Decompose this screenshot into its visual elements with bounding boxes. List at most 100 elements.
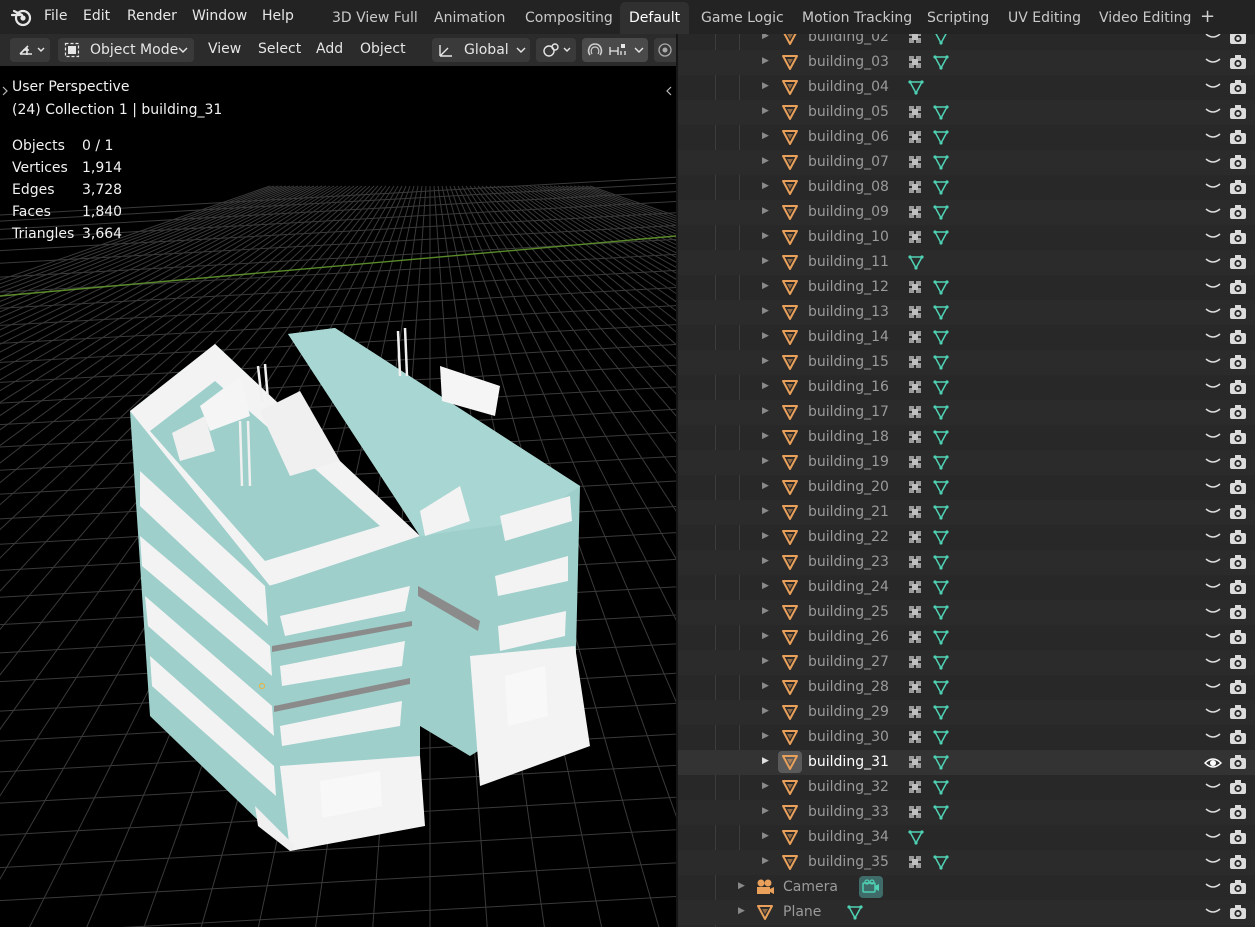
menu-add[interactable]: Add bbox=[316, 41, 343, 57]
camera-render-icon[interactable] bbox=[1229, 679, 1247, 695]
camera-render-icon[interactable] bbox=[1229, 904, 1247, 920]
outliner-row[interactable]: ▶ building_22 bbox=[678, 525, 1255, 550]
mode-selector[interactable]: Object Mode bbox=[58, 38, 194, 62]
expand-arrow-icon[interactable]: ▶ bbox=[738, 906, 745, 916]
camera-render-icon[interactable] bbox=[1229, 34, 1247, 45]
camera-render-icon[interactable] bbox=[1229, 329, 1247, 345]
expand-arrow-icon[interactable]: ▶ bbox=[762, 681, 769, 691]
blender-logo-icon[interactable] bbox=[10, 6, 34, 28]
eye-closed-icon[interactable] bbox=[1204, 503, 1222, 519]
eye-closed-icon[interactable] bbox=[1204, 578, 1222, 594]
mesh-data-icon[interactable] bbox=[908, 829, 924, 845]
modifier-grid-icon[interactable] bbox=[908, 730, 922, 744]
modifier-grid-icon[interactable] bbox=[908, 405, 922, 419]
menu-edit[interactable]: Edit bbox=[83, 8, 110, 24]
outliner-row[interactable]: ▶ building_14 bbox=[678, 325, 1255, 350]
pivot-point-button[interactable] bbox=[536, 38, 576, 62]
camera-render-icon[interactable] bbox=[1229, 129, 1247, 145]
expand-arrow-icon[interactable]: ▶ bbox=[762, 81, 769, 91]
modifier-grid-icon[interactable] bbox=[908, 355, 922, 369]
modifier-grid-icon[interactable] bbox=[908, 280, 922, 294]
modifier-grid-icon[interactable] bbox=[908, 580, 922, 594]
eye-closed-icon[interactable] bbox=[1204, 528, 1222, 544]
eye-closed-icon[interactable] bbox=[1204, 853, 1222, 869]
expand-arrow-icon[interactable]: ▶ bbox=[762, 756, 769, 766]
mesh-data-icon[interactable] bbox=[933, 379, 949, 395]
menu-render[interactable]: Render bbox=[127, 8, 177, 24]
mesh-data-icon[interactable] bbox=[908, 79, 924, 95]
camera-render-icon[interactable] bbox=[1229, 854, 1247, 870]
outliner-row[interactable]: ▶ building_05 bbox=[678, 100, 1255, 125]
modifier-grid-icon[interactable] bbox=[908, 755, 922, 769]
expand-arrow-icon[interactable]: ▶ bbox=[762, 206, 769, 216]
mesh-data-icon[interactable] bbox=[933, 854, 949, 870]
outliner-row[interactable]: ▶ building_35 bbox=[678, 850, 1255, 875]
expand-arrow-icon[interactable]: ▶ bbox=[762, 706, 769, 716]
camera-render-icon[interactable] bbox=[1229, 504, 1247, 520]
mesh-data-icon[interactable] bbox=[933, 454, 949, 470]
camera-render-icon[interactable] bbox=[1229, 879, 1247, 895]
mesh-data-icon[interactable] bbox=[933, 479, 949, 495]
eye-closed-icon[interactable] bbox=[1204, 228, 1222, 244]
expand-arrow-icon[interactable]: ▶ bbox=[762, 381, 769, 391]
proportional-editing-button[interactable] bbox=[654, 38, 676, 62]
mesh-data-icon[interactable] bbox=[933, 529, 949, 545]
expand-arrow-icon[interactable]: ▶ bbox=[762, 456, 769, 466]
camera-render-icon[interactable] bbox=[1229, 54, 1247, 70]
modifier-grid-icon[interactable] bbox=[908, 855, 922, 869]
camera-render-icon[interactable] bbox=[1229, 479, 1247, 495]
menu-file[interactable]: File bbox=[44, 8, 67, 24]
camera-render-icon[interactable] bbox=[1229, 804, 1247, 820]
camera-render-icon[interactable] bbox=[1229, 304, 1247, 320]
expand-arrow-icon[interactable]: ▶ bbox=[762, 431, 769, 441]
expand-arrow-icon[interactable]: ▶ bbox=[762, 556, 769, 566]
mesh-data-icon[interactable] bbox=[933, 779, 949, 795]
expand-arrow-icon[interactable]: ▶ bbox=[762, 731, 769, 741]
camera-render-icon[interactable] bbox=[1229, 404, 1247, 420]
3d-viewport[interactable]: Object Mode View Select Add Object Globa… bbox=[0, 34, 676, 927]
expand-arrow-icon[interactable]: ▶ bbox=[762, 581, 769, 591]
add-workspace-button[interactable]: + bbox=[1200, 8, 1215, 26]
modifier-grid-icon[interactable] bbox=[908, 705, 922, 719]
outliner-row[interactable]: ▶ building_32 bbox=[678, 775, 1255, 800]
eye-closed-icon[interactable] bbox=[1204, 328, 1222, 344]
outliner-row[interactable]: ▶ building_13 bbox=[678, 300, 1255, 325]
mesh-data-icon[interactable] bbox=[933, 804, 949, 820]
mesh-data-icon[interactable] bbox=[933, 279, 949, 295]
camera-render-icon[interactable] bbox=[1229, 654, 1247, 670]
modifier-grid-icon[interactable] bbox=[908, 505, 922, 519]
modifier-grid-icon[interactable] bbox=[908, 805, 922, 819]
eye-closed-icon[interactable] bbox=[1204, 278, 1222, 294]
modifier-grid-icon[interactable] bbox=[908, 305, 922, 319]
eye-closed-icon[interactable] bbox=[1204, 428, 1222, 444]
outliner-row[interactable]: ▶ building_24 bbox=[678, 575, 1255, 600]
eye-closed-icon[interactable] bbox=[1204, 303, 1222, 319]
modifier-grid-icon[interactable] bbox=[908, 205, 922, 219]
modifier-grid-icon[interactable] bbox=[908, 655, 922, 669]
expand-arrow-icon[interactable]: ▶ bbox=[762, 656, 769, 666]
outliner-row[interactable]: ▶ building_21 bbox=[678, 500, 1255, 525]
sidebar-collapse-right-icon[interactable] bbox=[664, 84, 674, 98]
tab-uv-editing[interactable]: UV Editing bbox=[999, 2, 1090, 34]
tab-video-editing[interactable]: Video Editing bbox=[1090, 2, 1200, 34]
mesh-data-icon[interactable] bbox=[933, 104, 949, 120]
mesh-data-icon[interactable] bbox=[933, 129, 949, 145]
eye-closed-icon[interactable] bbox=[1204, 878, 1222, 894]
eye-closed-icon[interactable] bbox=[1204, 628, 1222, 644]
outliner-row[interactable]: ▶ building_11 bbox=[678, 250, 1255, 275]
outliner-row[interactable]: ▶ building_29 bbox=[678, 700, 1255, 725]
camera-data-button[interactable] bbox=[859, 876, 883, 898]
transform-orientation-selector[interactable]: Global bbox=[432, 38, 530, 62]
outliner-row[interactable]: ▶ building_34 bbox=[678, 825, 1255, 850]
mesh-data-icon[interactable] bbox=[933, 34, 949, 45]
mesh-data-icon[interactable] bbox=[933, 654, 949, 670]
camera-render-icon[interactable] bbox=[1229, 79, 1247, 95]
expand-arrow-icon[interactable]: ▶ bbox=[762, 606, 769, 616]
mesh-data-icon[interactable] bbox=[933, 604, 949, 620]
camera-render-icon[interactable] bbox=[1229, 379, 1247, 395]
outliner-row[interactable]: ▶ building_26 bbox=[678, 625, 1255, 650]
modifier-grid-icon[interactable] bbox=[908, 105, 922, 119]
camera-render-icon[interactable] bbox=[1229, 104, 1247, 120]
modifier-grid-icon[interactable] bbox=[908, 680, 922, 694]
outliner-row[interactable]: ▶ building_04 bbox=[678, 75, 1255, 100]
